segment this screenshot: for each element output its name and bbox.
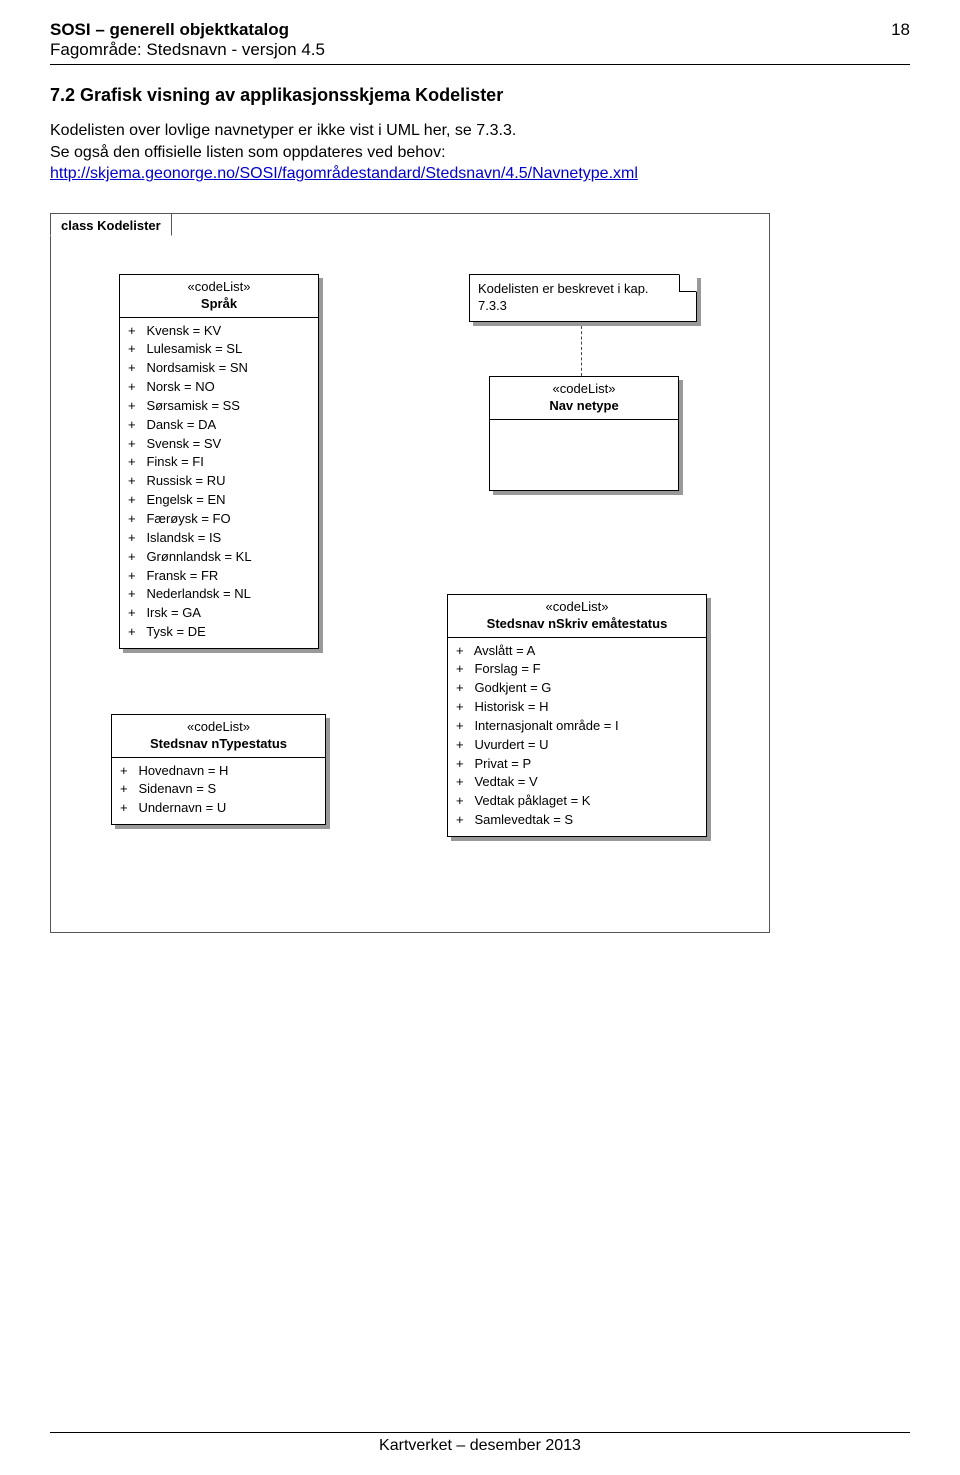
uml-attr: Vedtak = V bbox=[456, 773, 698, 792]
uml-attr: Tysk = DE bbox=[128, 623, 310, 642]
sprak-stereo: «codeList» bbox=[126, 279, 312, 296]
uml-attr: Avslått = A bbox=[456, 642, 698, 661]
uml-attr: Nederlandsk = NL bbox=[128, 585, 310, 604]
body-line-2: Se også den offisielle listen som oppdat… bbox=[50, 142, 910, 164]
uml-attr: Engelsk = EN bbox=[128, 491, 310, 510]
uml-attr: Vedtak påklaget = K bbox=[456, 792, 698, 811]
note-anchor-line bbox=[581, 326, 582, 376]
footer-divider bbox=[50, 1432, 910, 1433]
body-line-1: Kodelisten over lovlige navnetyper er ik… bbox=[50, 120, 910, 142]
diagram-tab: class Kodelister bbox=[50, 213, 172, 236]
uml-attr: Kvensk = KV bbox=[128, 322, 310, 341]
uml-attr: Historisk = H bbox=[456, 698, 698, 717]
uml-attr: Norsk = NO bbox=[128, 378, 310, 397]
uml-attr: Forslag = F bbox=[456, 660, 698, 679]
skrivemate-stereo: «codeList» bbox=[454, 599, 700, 616]
note-fold-icon bbox=[679, 274, 697, 292]
uml-attr: Godkjent = G bbox=[456, 679, 698, 698]
uml-class-skrivemate: «codeList» Stedsnav nSkriv emåtestatus A… bbox=[447, 594, 707, 837]
uml-attr: Russisk = RU bbox=[128, 472, 310, 491]
uml-attr: Fransk = FR bbox=[128, 567, 310, 586]
navnetype-name: Nav netype bbox=[496, 398, 672, 415]
uml-attr: Dansk = DA bbox=[128, 416, 310, 435]
uml-attr: Nordsamisk = SN bbox=[128, 359, 310, 378]
uml-attr: Internasjonalt område = I bbox=[456, 717, 698, 736]
uml-attr: Hovednavn = H bbox=[120, 762, 317, 781]
uml-attr: Uvurdert = U bbox=[456, 736, 698, 755]
navnetype-stereo: «codeList» bbox=[496, 381, 672, 398]
uml-attr: Privat = P bbox=[456, 755, 698, 774]
uml-attr: Sidenavn = S bbox=[120, 780, 317, 799]
uml-diagram: class Kodelister Kodelisten er beskrevet… bbox=[50, 213, 770, 933]
uml-attr: Finsk = FI bbox=[128, 453, 310, 472]
page-number: 18 bbox=[891, 20, 910, 40]
doc-title: SOSI – generell objektkatalog bbox=[50, 20, 325, 40]
uml-attr: Lulesamisk = SL bbox=[128, 340, 310, 359]
uml-attr: Undernavn = U bbox=[120, 799, 317, 818]
footer-text: Kartverket – desember 2013 bbox=[379, 1437, 581, 1454]
uml-class-navnetype: «codeList» Nav netype bbox=[489, 376, 679, 491]
uml-class-sprak: «codeList» Språk Kvensk = KVLulesamisk =… bbox=[119, 274, 319, 649]
uml-attr: Samlevedtak = S bbox=[456, 811, 698, 830]
sprak-attrs: Kvensk = KVLulesamisk = SLNordsamisk = S… bbox=[120, 318, 318, 648]
uml-attr: Irsk = GA bbox=[128, 604, 310, 623]
typestatus-stereo: «codeList» bbox=[118, 719, 319, 736]
skrivemate-attrs: Avslått = AForslag = FGodkjent = GHistor… bbox=[448, 638, 706, 836]
note-line-2: 7.3.3 bbox=[478, 298, 507, 313]
navnetype-link[interactable]: http://skjema.geonorge.no/SOSI/fagområde… bbox=[50, 165, 638, 182]
uml-attr: Færøysk = FO bbox=[128, 510, 310, 529]
note-line-1: Kodelisten er beskrevet i kap. bbox=[478, 281, 649, 296]
header-divider bbox=[50, 64, 910, 65]
uml-attr: Islandsk = IS bbox=[128, 529, 310, 548]
uml-attr: Sørsamisk = SS bbox=[128, 397, 310, 416]
sprak-name: Språk bbox=[126, 296, 312, 313]
doc-subtitle: Fagområde: Stedsnavn - versjon 4.5 bbox=[50, 40, 325, 60]
uml-note: Kodelisten er beskrevet i kap. 7.3.3 bbox=[469, 274, 697, 322]
typestatus-attrs: Hovednavn = HSidenavn = SUndernavn = U bbox=[112, 758, 325, 825]
uml-class-typestatus: «codeList» Stedsnav nTypestatus Hovednav… bbox=[111, 714, 326, 825]
uml-attr: Svensk = SV bbox=[128, 435, 310, 454]
typestatus-name: Stedsnav nTypestatus bbox=[118, 736, 319, 753]
uml-attr: Grønnlandsk = KL bbox=[128, 548, 310, 567]
skrivemate-name: Stedsnav nSkriv emåtestatus bbox=[454, 616, 700, 633]
section-heading: 7.2 Grafisk visning av applikasjonsskjem… bbox=[50, 85, 910, 106]
